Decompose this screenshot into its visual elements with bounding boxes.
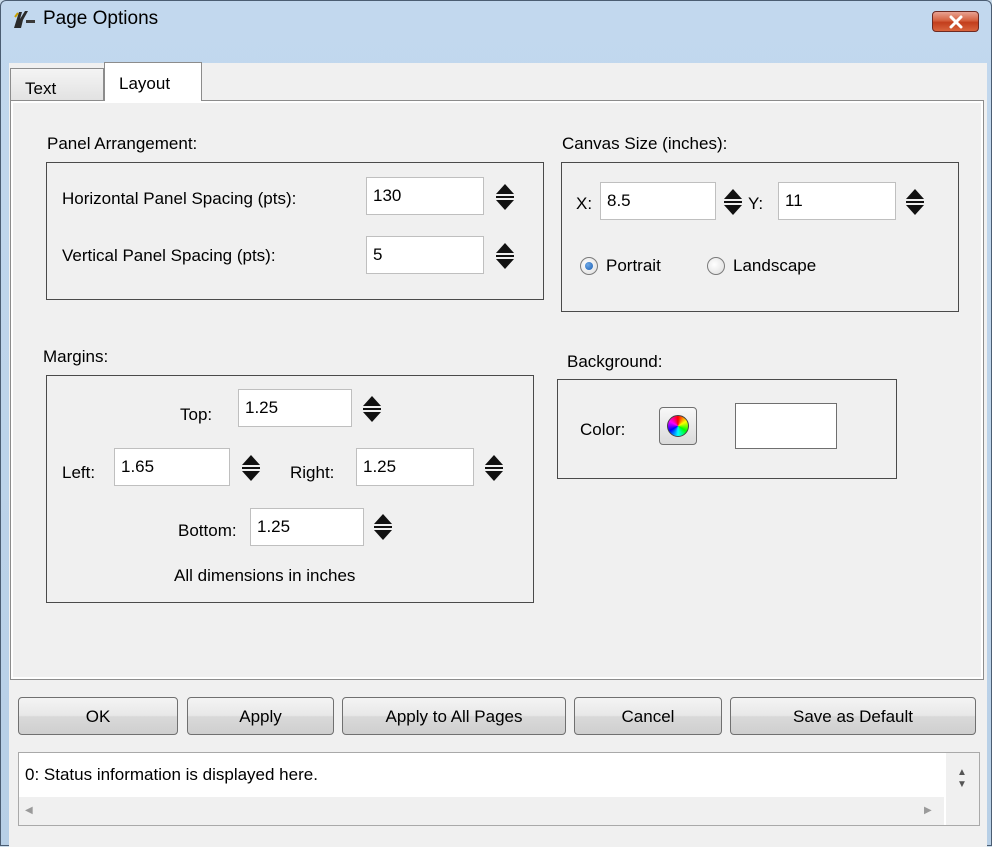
margin-bottom-input[interactable]: 1.25 (250, 508, 364, 546)
title-bar[interactable]: Page Options (1, 1, 991, 37)
canvas-y-label: Y: (748, 194, 764, 213)
margin-left-input[interactable]: 1.65 (114, 448, 230, 486)
canvas-x-input[interactable]: 8.5 (600, 182, 716, 220)
tab-layout[interactable]: Layout (104, 62, 202, 101)
scroll-down-icon[interactable]: ▼ (957, 779, 967, 790)
vertical-scrollbar[interactable]: ▲ ▼ (946, 753, 979, 825)
horizontal-scrollbar[interactable]: ◀ ▶ (19, 797, 944, 825)
margins-note: All dimensions in inches (174, 566, 356, 585)
margin-bottom-stepper[interactable] (372, 510, 394, 544)
tab-text[interactable]: Text (10, 68, 104, 102)
panel-arrangement-label: Panel Arrangement: (47, 134, 198, 153)
canvas-x-stepper[interactable] (722, 185, 744, 219)
margin-left-stepper[interactable] (240, 451, 262, 485)
canvas-y-stepper[interactable] (904, 185, 926, 219)
apply-all-pages-button[interactable]: Apply to All Pages (342, 697, 566, 735)
scroll-left-icon[interactable]: ◀ (25, 805, 33, 816)
margin-right-stepper[interactable] (483, 451, 505, 485)
horizontal-spacing-label: Horizontal Panel Spacing (pts): (62, 189, 297, 208)
canvas-x-label: X: (576, 194, 593, 213)
tab-text-label: Text (25, 79, 57, 98)
color-picker-button[interactable] (659, 407, 697, 445)
close-button[interactable] (932, 11, 979, 32)
vertical-spacing-stepper[interactable] (494, 239, 516, 273)
cancel-button[interactable]: Cancel (574, 697, 722, 735)
apply-button[interactable]: Apply (187, 697, 334, 735)
vertical-spacing-input[interactable]: 5 (366, 236, 484, 274)
ok-button[interactable]: OK (18, 697, 178, 735)
save-as-default-button[interactable]: Save as Default (730, 697, 976, 735)
horizontal-spacing-input[interactable]: 130 (366, 177, 484, 215)
background-color-swatch[interactable] (735, 403, 837, 449)
canvas-y-input[interactable]: 11 (778, 182, 896, 220)
close-icon (949, 15, 963, 29)
horizontal-spacing-stepper[interactable] (494, 180, 516, 214)
vertical-spacing-label: Vertical Panel Spacing (pts): (62, 246, 276, 265)
margin-bottom-label: Bottom: (178, 521, 237, 540)
color-wheel-icon (667, 415, 689, 437)
status-text: 0: Status information is displayed here. (25, 765, 318, 784)
app-logo-icon (14, 11, 35, 28)
landscape-label[interactable]: Landscape (733, 256, 816, 276)
status-area: 0: Status information is displayed here.… (18, 752, 980, 826)
margins-label: Margins: (43, 347, 109, 366)
scroll-up-icon[interactable]: ▲ (957, 767, 967, 778)
margin-right-label: Right: (290, 463, 335, 482)
margin-right-input[interactable]: 1.25 (356, 448, 474, 486)
margin-top-label: Top: (180, 405, 213, 424)
margin-top-input[interactable]: 1.25 (238, 389, 352, 427)
portrait-label[interactable]: Portrait (606, 256, 661, 276)
canvas-size-label: Canvas Size (inches): (562, 134, 728, 153)
tab-layout-label: Layout (119, 74, 171, 93)
background-color-label: Color: (580, 420, 626, 439)
background-label: Background: (567, 352, 663, 371)
landscape-radio[interactable] (707, 257, 725, 275)
scroll-right-icon[interactable]: ▶ (924, 805, 932, 816)
margin-left-label: Left: (62, 463, 96, 482)
portrait-radio[interactable] (580, 257, 598, 275)
margin-top-stepper[interactable] (361, 392, 383, 426)
window-title: Page Options (43, 8, 159, 29)
